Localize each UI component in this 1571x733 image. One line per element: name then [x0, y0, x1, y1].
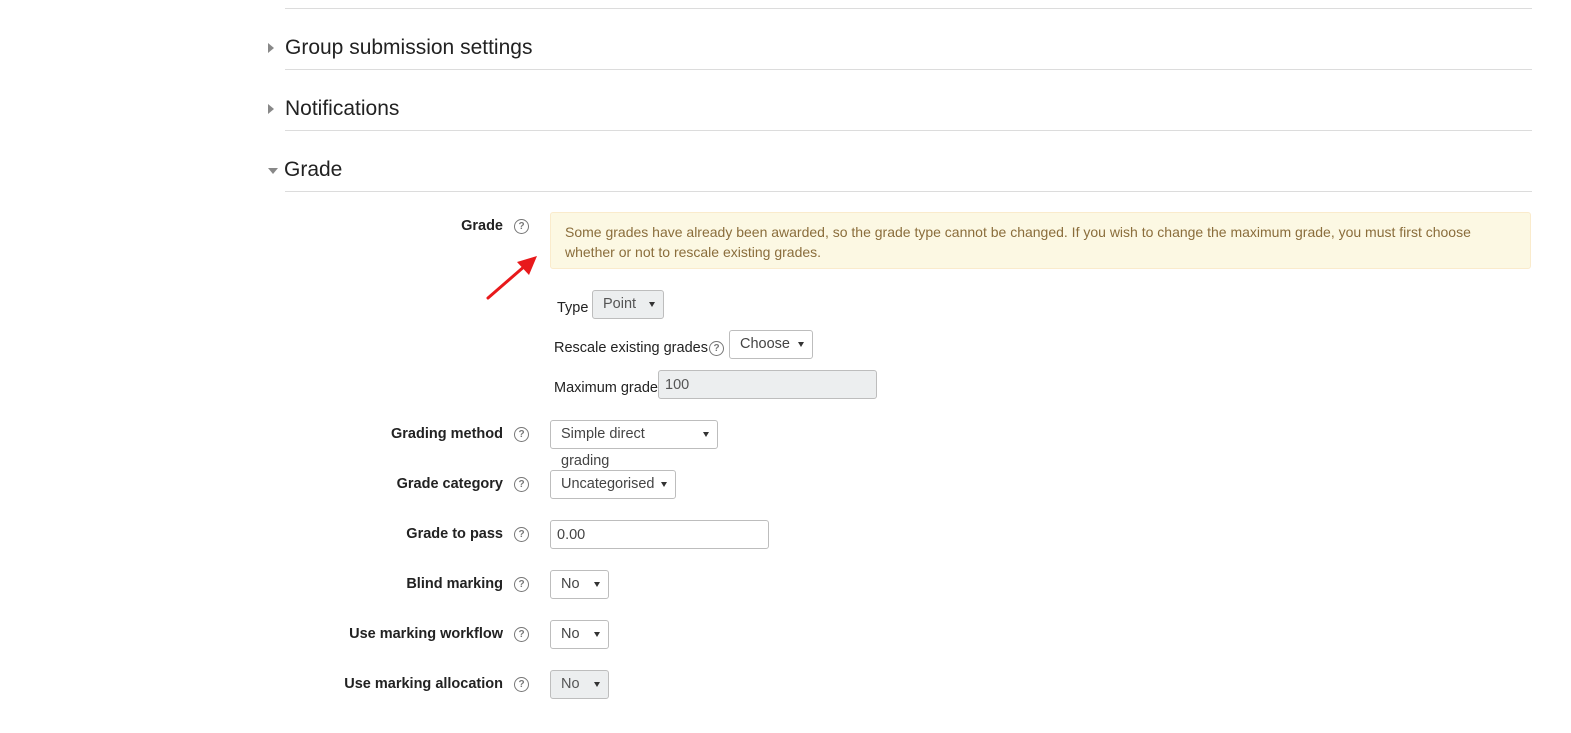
grade-category-label: Grade category [396, 476, 503, 492]
help-icon[interactable]: ? [514, 477, 529, 492]
blind-marking-value: No [561, 576, 580, 592]
rescale-select[interactable]: Choose [729, 330, 813, 359]
grading-method-value: Simple direct grading [561, 426, 645, 469]
section-grade[interactable]: Grade [268, 158, 342, 182]
help-icon[interactable]: ? [514, 677, 529, 692]
max-grade-label: Maximum grade [554, 380, 658, 396]
grade-to-pass-label: Grade to pass [406, 526, 503, 542]
marking-workflow-select[interactable]: No [550, 620, 609, 649]
grading-method-label: Grading method [391, 426, 503, 442]
grade-label: Grade [461, 218, 503, 234]
section-divider [285, 191, 1532, 192]
help-icon[interactable]: ? [514, 527, 529, 542]
grade-to-pass-input[interactable] [550, 520, 769, 549]
section-title: Group submission settings [285, 36, 533, 59]
chevron-down-icon [661, 482, 667, 487]
help-icon[interactable]: ? [709, 341, 724, 356]
grade-type-value: Point [603, 296, 637, 312]
marking-allocation-value: No [561, 676, 580, 692]
chevron-down-icon [594, 632, 600, 637]
section-divider [285, 69, 1532, 70]
section-title: Notifications [285, 97, 400, 120]
grade-type-select: Point [592, 290, 664, 319]
blind-marking-select[interactable]: No [550, 570, 609, 599]
section-title: Grade [284, 158, 343, 181]
chevron-right-icon [268, 43, 274, 53]
marking-allocation-label: Use marking allocation [344, 676, 503, 692]
annotation-arrow-icon [486, 256, 537, 300]
chevron-right-icon [268, 104, 274, 114]
rescale-value: Choose [740, 336, 790, 352]
help-icon[interactable]: ? [514, 427, 529, 442]
grade-category-value: Uncategorised [561, 476, 655, 492]
grade-category-select[interactable]: Uncategorised [550, 470, 676, 499]
section-divider [285, 130, 1532, 131]
marking-workflow-label: Use marking workflow [349, 626, 503, 642]
section-notifications[interactable]: Notifications [268, 97, 399, 121]
blind-marking-label: Blind marking [406, 576, 503, 592]
grade-warning-alert: Some grades have already been awarded, s… [550, 212, 1531, 269]
help-icon[interactable]: ? [514, 577, 529, 592]
chevron-down-icon [649, 302, 655, 307]
help-icon[interactable]: ? [514, 627, 529, 642]
max-grade-input [658, 370, 877, 399]
chevron-down-icon [798, 342, 804, 347]
chevron-down-icon [703, 432, 709, 437]
chevron-down-icon [594, 682, 600, 687]
help-icon[interactable]: ? [514, 219, 529, 234]
chevron-down-icon [268, 168, 278, 174]
rescale-label: Rescale existing grades [554, 340, 708, 356]
section-group-submission[interactable]: Group submission settings [268, 36, 532, 60]
grade-type-label: Type [557, 300, 589, 316]
chevron-down-icon [594, 582, 600, 587]
marking-allocation-select: No [550, 670, 609, 699]
grading-method-select[interactable]: Simple direct grading [550, 420, 718, 469]
section-divider [285, 8, 1532, 9]
marking-workflow-value: No [561, 626, 580, 642]
